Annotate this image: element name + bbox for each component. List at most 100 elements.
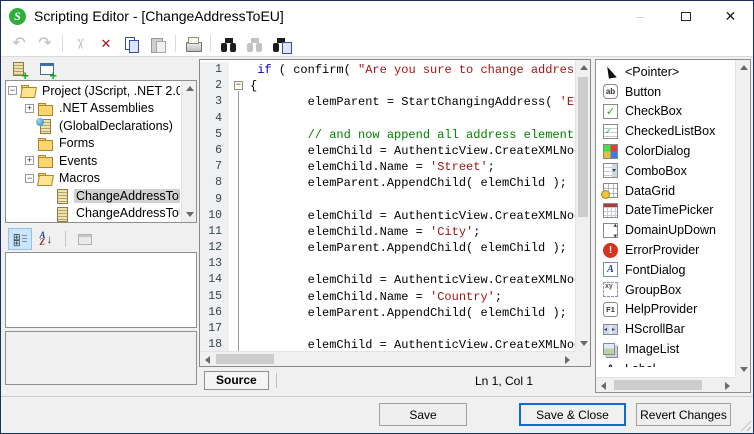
tree-item-changeaddresstous[interactable]: ChangeAddressToUS — [6, 205, 180, 223]
print-button[interactable] — [181, 33, 205, 55]
scrollbar-thumb[interactable] — [614, 380, 702, 390]
code-line[interactable]: 18 elemChild = AuthenticView.CreateXMLNo… — [200, 337, 575, 351]
code-line[interactable]: 4 — [200, 111, 575, 127]
alphabetical-sort-button[interactable]: AZ ↓ — [34, 228, 58, 250]
revert-changes-button[interactable]: Revert Changes — [636, 403, 731, 426]
scroll-left-icon[interactable] — [596, 378, 611, 393]
fold-margin — [229, 272, 250, 288]
expand-icon[interactable]: + — [25, 104, 34, 113]
toolbox-horizontal-scrollbar[interactable] — [596, 377, 735, 392]
categorized-view-button[interactable] — [8, 228, 32, 250]
code-line[interactable]: 14 elemChild = AuthenticView.CreateXMLNo… — [200, 272, 575, 288]
title-bar[interactable]: S Scripting Editor - [ChangeAddressToEU]… — [1, 1, 753, 31]
maximize-button[interactable] — [663, 1, 708, 31]
code-line[interactable]: 13 — [200, 256, 575, 272]
project-tree-scrollbar[interactable] — [181, 81, 196, 222]
code-lines[interactable]: 1 if ( confirm( "Are you sure to change … — [200, 62, 575, 351]
tree-item-events[interactable]: +Events — [6, 152, 180, 170]
code-editor[interactable]: 1 if ( confirm( "Are you sure to change … — [199, 59, 591, 367]
toolbox-item-imagelist[interactable]: ImageList — [597, 339, 734, 359]
button-icon: ab — [603, 84, 618, 99]
code-line[interactable]: 3 elemParent = StartChangingAddress( 'EU… — [200, 94, 575, 110]
toolbox-item-checkedlistbox[interactable]: ✓CheckedListBox — [597, 121, 734, 141]
line-number: 3 — [200, 94, 229, 110]
copy-button[interactable] — [120, 33, 144, 55]
tree-item-project-jscript-net-2-0[interactable]: −Project (JScript, .NET 2.0) — [6, 82, 180, 100]
delete-button[interactable]: ✕ — [94, 33, 118, 55]
editor-horizontal-scrollbar[interactable] — [200, 351, 575, 366]
code-line[interactable]: 1 if ( confirm( "Are you sure to change … — [200, 62, 575, 78]
code-text: // and now append all address elements i… — [250, 127, 575, 143]
code-line[interactable]: 16 elemParent.AppendChild( elemChild ); — [200, 305, 575, 321]
scroll-right-icon[interactable] — [720, 378, 735, 393]
scroll-right-icon[interactable] — [560, 352, 575, 367]
collapse-icon[interactable]: − — [8, 86, 17, 95]
code-line[interactable]: 2−{ — [200, 78, 575, 94]
scroll-up-icon[interactable] — [576, 60, 591, 75]
paste-button — [146, 33, 170, 55]
scroll-down-icon[interactable] — [182, 207, 197, 222]
tree-item-net-assemblies[interactable]: +.NET Assemblies — [6, 100, 180, 118]
tree-item-forms[interactable]: Forms — [6, 135, 180, 153]
toolbox-vertical-scrollbar[interactable] — [735, 60, 750, 377]
tree-item-macros[interactable]: −Macros — [6, 170, 180, 188]
code-line[interactable]: 17 — [200, 321, 575, 337]
code-line[interactable]: 5 // and now append all address elements… — [200, 127, 575, 143]
scrollbar-thumb[interactable] — [216, 354, 274, 364]
toolbox-item-label[interactable]: ALabel — [597, 359, 734, 367]
save-button[interactable]: Save — [379, 403, 467, 426]
editor-tab-bar: Source Ln 1, Col 1 — [199, 370, 591, 391]
scroll-up-icon[interactable] — [736, 60, 751, 75]
scroll-down-icon[interactable] — [576, 336, 591, 351]
scrollbar-thumb[interactable] — [578, 77, 588, 217]
minimize-button[interactable]: – — [618, 1, 663, 31]
code-line[interactable]: 15 elemChild.Name = 'Country'; — [200, 289, 575, 305]
fold-margin — [229, 289, 250, 305]
new-macro-button[interactable] — [9, 60, 29, 78]
toolbox-item-combobox[interactable]: ComboBox — [597, 161, 734, 181]
properties-list[interactable] — [5, 252, 197, 328]
source-tab[interactable]: Source — [204, 371, 269, 390]
expand-icon[interactable]: + — [25, 156, 34, 165]
fold-margin — [229, 305, 250, 321]
toolbox-item-checkbox[interactable]: ✓CheckBox — [597, 102, 734, 122]
toolbox-item-helpprovider[interactable]: F1HelpProvider — [597, 300, 734, 320]
toolbox-item-pointer[interactable]: <Pointer> — [597, 62, 734, 82]
toolbox-item-hscrollbar[interactable]: HScrollBar — [597, 319, 734, 339]
code-line[interactable]: 8 elemParent.AppendChild( elemChild ); — [200, 175, 575, 191]
collapse-icon[interactable]: − — [25, 174, 34, 183]
code-line[interactable]: 12 elemParent.AppendChild( elemChild ); — [200, 240, 575, 256]
code-line[interactable]: 10 elemChild = AuthenticView.CreateXMLNo… — [200, 208, 575, 224]
line-number: 10 — [200, 208, 229, 224]
fold-collapse-icon[interactable]: − — [234, 81, 243, 90]
toolbox-item-colordialog[interactable]: ColorDialog — [597, 141, 734, 161]
close-button[interactable]: ✕ — [708, 1, 753, 31]
toolbox-item-fontdialog[interactable]: AFontDialog — [597, 260, 734, 280]
code-line[interactable]: 6 elemChild = AuthenticView.CreateXMLNod… — [200, 143, 575, 159]
tree-item-globaldeclarations[interactable]: (GlobalDeclarations) — [6, 117, 180, 135]
cut-icon: ✂ — [72, 35, 88, 52]
resize-grip[interactable] — [738, 418, 751, 431]
toolbox-list[interactable]: <Pointer>abButton✓CheckBox✓CheckedListBo… — [597, 62, 734, 367]
code-line[interactable]: 9 — [200, 192, 575, 208]
new-form-button[interactable] — [37, 60, 57, 78]
replace-button[interactable] — [268, 33, 292, 55]
toolbox-item-datagrid[interactable]: DataGrid — [597, 181, 734, 201]
toolbox-item-datetimepicker[interactable]: DateTimePicker — [597, 201, 734, 221]
scroll-down-icon[interactable] — [736, 362, 751, 377]
scroll-up-icon[interactable] — [182, 81, 197, 96]
toolbox-item-button[interactable]: abButton — [597, 82, 734, 102]
editor-vertical-scrollbar[interactable] — [575, 60, 590, 351]
code-line[interactable]: 7 elemChild.Name = 'Street'; — [200, 159, 575, 175]
toolbox-item-groupbox[interactable]: xyGroupBox — [597, 280, 734, 300]
find-button[interactable] — [216, 33, 240, 55]
project-tree[interactable]: −Project (JScript, .NET 2.0)+.NET Assemb… — [6, 82, 180, 222]
tree-item-changeaddresstoeu[interactable]: ChangeAddressToEU — [6, 187, 180, 205]
scroll-left-icon[interactable] — [200, 352, 215, 367]
save-and-close-button[interactable]: Save & Close — [519, 403, 626, 426]
toolbox-item-domainupdown[interactable]: DomainUpDown — [597, 220, 734, 240]
code-line[interactable]: 11 elemChild.Name = 'City'; — [200, 224, 575, 240]
code-text: elemChild = AuthenticView.CreateXMLNode( — [250, 337, 575, 351]
code-text: { — [250, 78, 257, 94]
toolbox-item-errorprovider[interactable]: !ErrorProvider — [597, 240, 734, 260]
